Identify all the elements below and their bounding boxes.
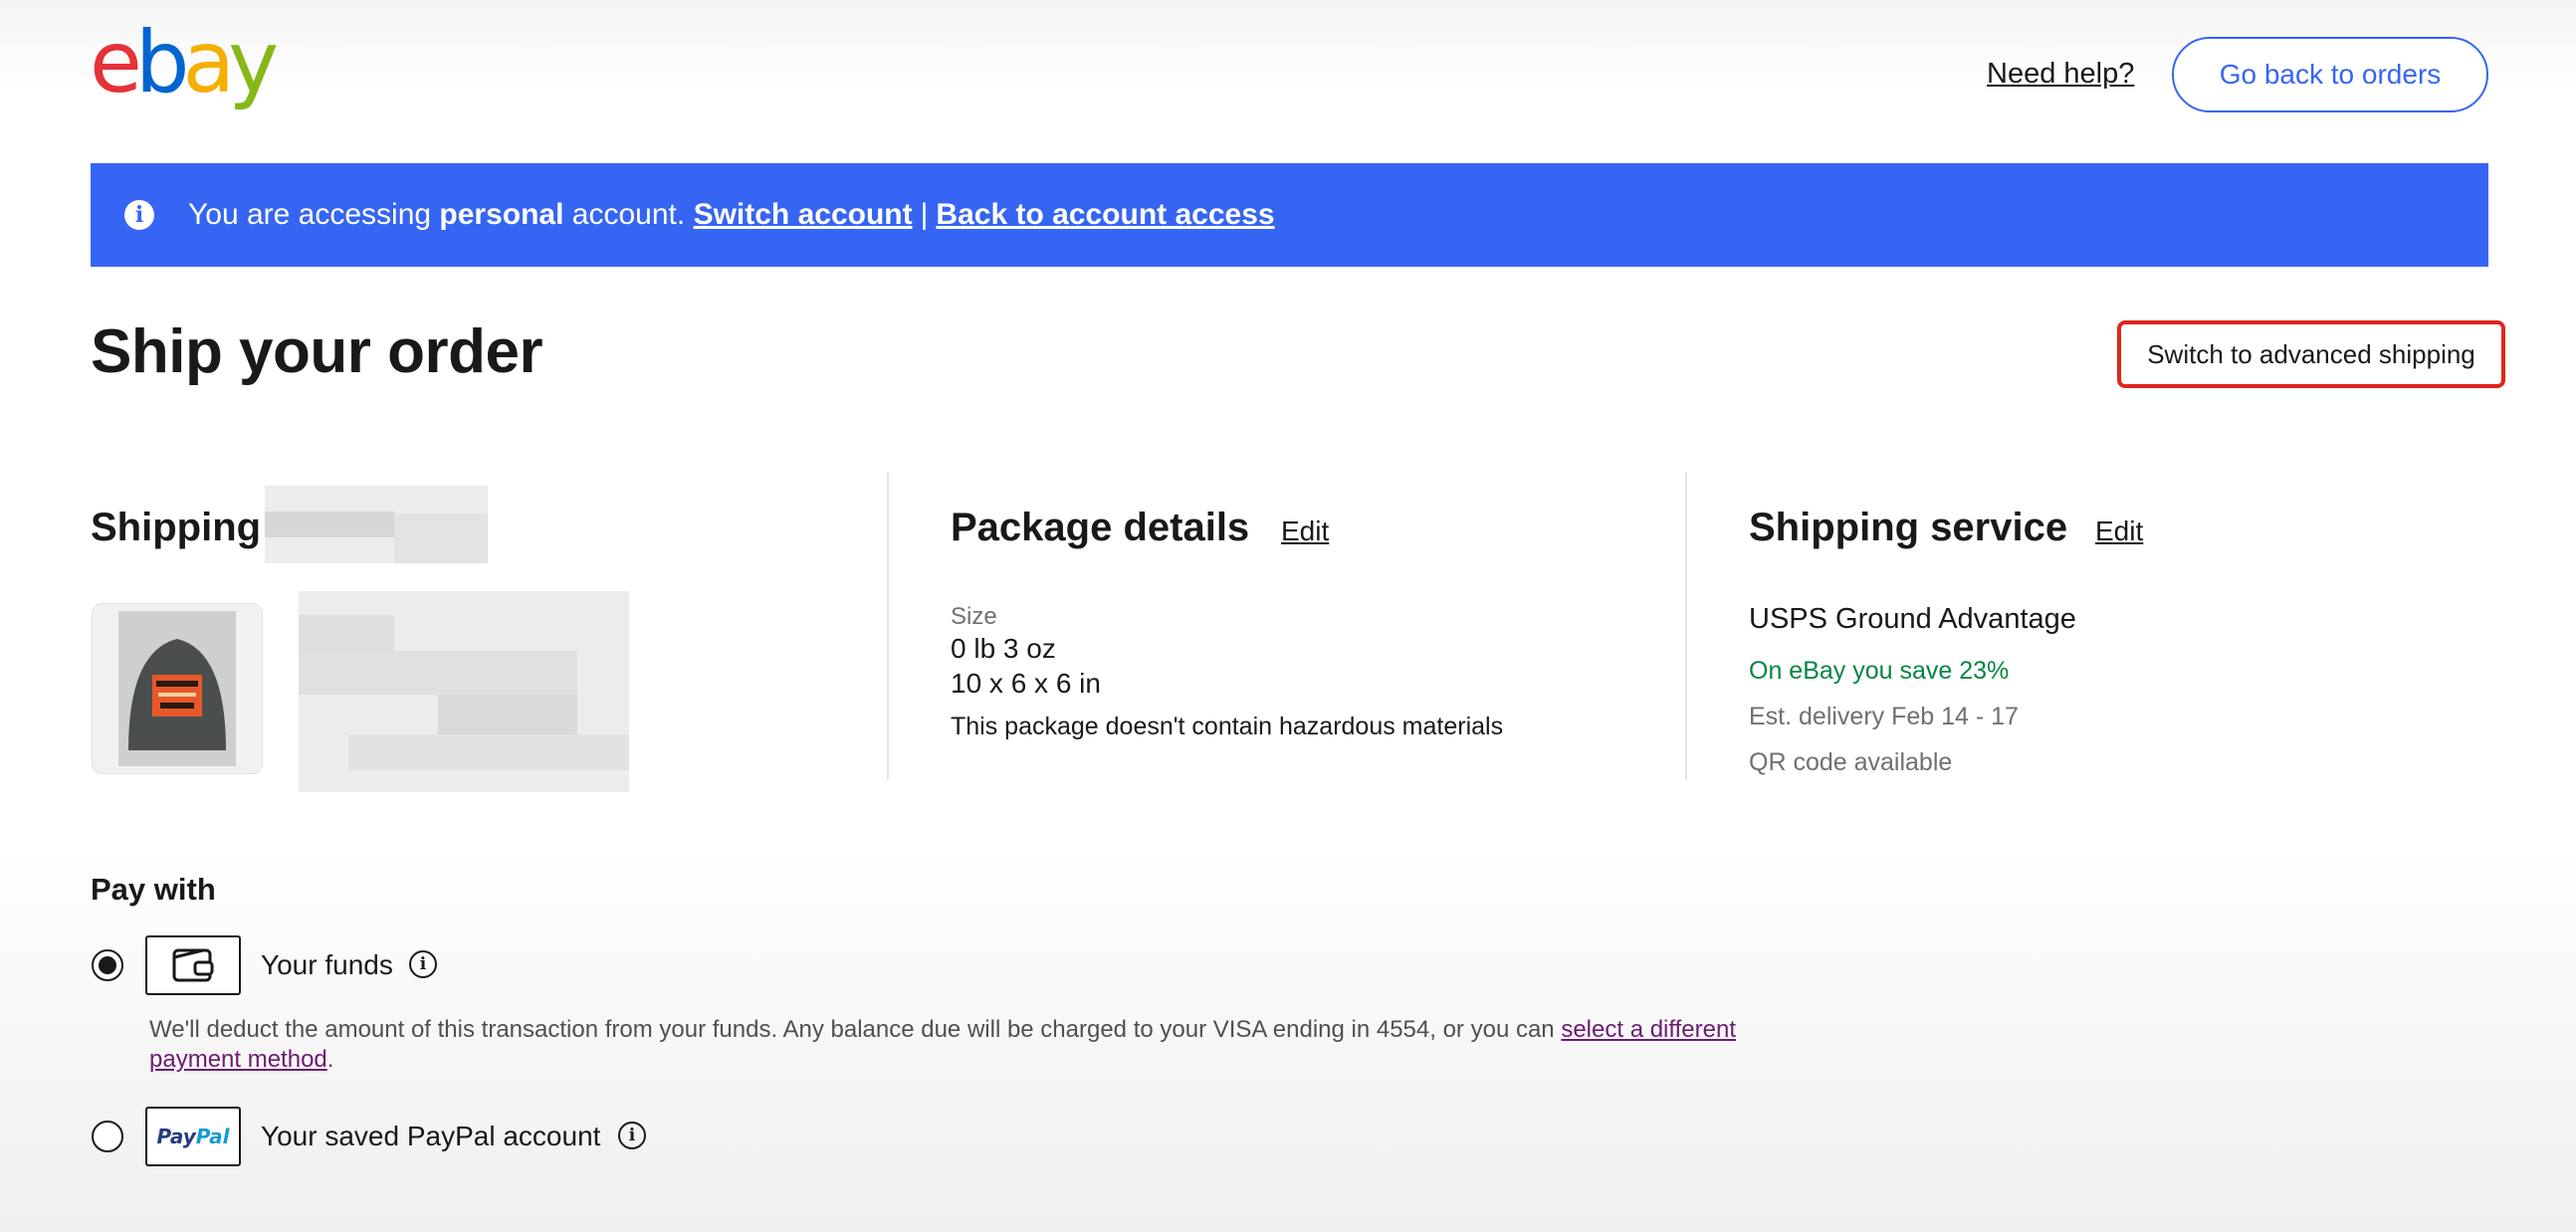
logo-letter-y: y — [228, 13, 279, 112]
funds-radio[interactable] — [92, 949, 123, 981]
switch-to-advanced-shipping-button[interactable]: Switch to advanced shipping — [2117, 320, 2505, 388]
item-thumbnail — [92, 603, 263, 774]
banner-text-prefix: You are accessing — [188, 198, 432, 231]
logo-letter-e: e — [90, 13, 142, 112]
column-divider — [1685, 472, 1687, 780]
back-to-account-access-link[interactable]: Back to account access — [936, 198, 1274, 232]
shipping-service-title: Shipping service — [1749, 506, 2068, 549]
wallet-icon-box — [145, 935, 241, 995]
paypal-info-icon[interactable]: i — [618, 1122, 646, 1149]
banner-separator: | — [920, 198, 929, 231]
ebay-logo[interactable]: ebay — [90, 13, 279, 112]
hazard-note: This package doesn't contain hazardous m… — [951, 713, 1504, 740]
column-divider — [887, 472, 889, 780]
savings-text: On eBay you save 23% — [1749, 657, 2010, 685]
redacted-recipient-name — [265, 486, 488, 563]
cap-image — [118, 611, 236, 766]
service-edit-link[interactable]: Edit — [2095, 515, 2143, 547]
banner-text-suffix: account. — [571, 198, 686, 231]
switch-account-link[interactable]: Switch account — [694, 198, 913, 232]
qr-code-note: QR code available — [1749, 748, 1953, 776]
funds-description-end: . — [326, 1046, 334, 1073]
logo-letter-a: a — [182, 13, 236, 112]
shipping-title: Shipping — [91, 506, 262, 549]
account-banner: i You are accessing personal account. Sw… — [91, 163, 2488, 267]
info-icon: i — [124, 200, 154, 230]
wallet-icon — [172, 948, 214, 982]
paypal-logo: PayPal — [156, 1125, 230, 1148]
paypal-account-label: Your saved PayPal account — [261, 1121, 601, 1151]
redacted-address — [299, 591, 629, 792]
package-dimensions: 10 x 6 x 6 in — [951, 668, 1101, 699]
page-title: Ship your order — [91, 317, 543, 386]
logo-letter-b: b — [134, 13, 190, 112]
paypal-radio[interactable] — [92, 1121, 123, 1152]
radio-selected-dot — [99, 956, 116, 974]
package-edit-link[interactable]: Edit — [1281, 515, 1329, 547]
service-name: USPS Ground Advantage — [1749, 603, 2076, 635]
funds-description: We'll deduct the amount of this transact… — [149, 1015, 1742, 1075]
package-weight: 0 lb 3 oz — [951, 633, 1056, 664]
package-size-label: Size — [951, 603, 997, 630]
funds-info-icon[interactable]: i — [409, 950, 437, 978]
your-funds-label: Your funds — [261, 949, 393, 980]
package-details-title: Package details — [951, 506, 1250, 549]
estimated-delivery: Est. delivery Feb 14 - 17 — [1749, 703, 2019, 730]
pay-with-title: Pay with — [91, 872, 216, 907]
need-help-link[interactable]: Need help? — [1987, 58, 2134, 91]
go-back-to-orders-button[interactable]: Go back to orders — [2172, 37, 2488, 112]
banner-account-type: personal — [439, 198, 564, 231]
funds-description-text: We'll deduct the amount of this transact… — [149, 1016, 1555, 1043]
paypal-logo-box: PayPal — [145, 1107, 241, 1166]
